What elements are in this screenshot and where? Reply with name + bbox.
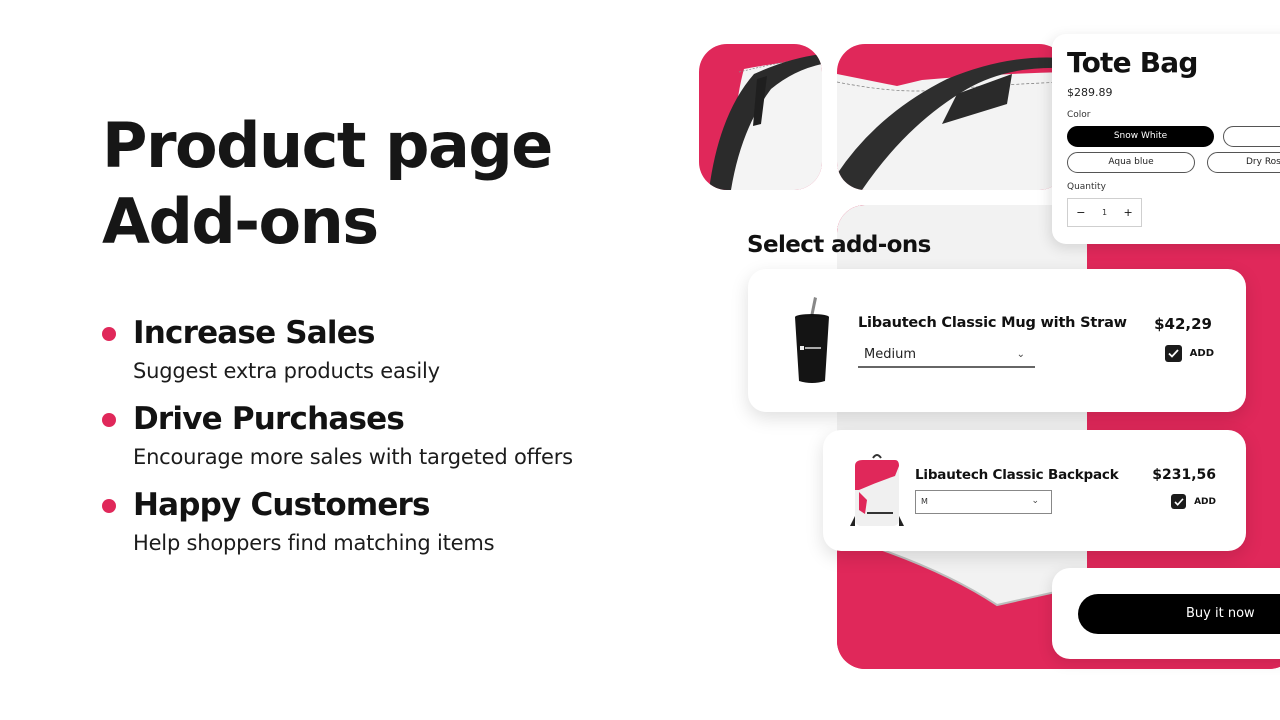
quantity-value[interactable]: 1 [1102,208,1107,217]
addon-variant-select[interactable]: M ⌄ [915,490,1052,514]
color-label: Color [1067,110,1091,120]
feature-item: Happy Customers Help shoppers find match… [102,484,573,560]
quantity-increase-button[interactable]: + [1124,206,1133,219]
backpack-icon [850,454,904,526]
add-label: ADD [1194,496,1216,507]
addon-price: $42,29 [1154,315,1212,333]
addon-add-checkbox[interactable]: ADD [1164,345,1214,362]
addon-variant-value: Medium [864,347,916,362]
hero-title: Product page Add-ons [102,108,553,260]
tote-strap-closeup-image [709,54,822,190]
quantity-decrease-button[interactable]: − [1076,206,1085,219]
bullet-dot-icon [102,499,116,513]
addon-name: Libautech Classic Mug with Straw [858,315,1127,331]
color-options-row-1: Snow White N [1067,126,1280,148]
checkmark-icon [1168,349,1179,358]
tote-handle-closeup-image [837,57,1067,190]
hero-title-line-2: Add-ons [102,185,379,258]
color-option-n[interactable]: N [1223,126,1280,147]
add-label: ADD [1189,348,1214,359]
addon-variant-value: M [921,497,928,506]
color-option-dry-rose[interactable]: Dry Ros [1207,152,1280,173]
feature-title: Increase Sales [133,315,375,351]
product-price: $289.89 [1067,86,1113,99]
feature-title: Happy Customers [133,487,431,523]
mug-icon [795,297,829,383]
feature-description: Suggest extra products easily [133,359,440,383]
chevron-down-icon: ⌄ [1031,496,1039,506]
feature-title: Drive Purchases [133,401,405,437]
addon-name: Libautech Classic Backpack [915,467,1119,483]
addon-variant-select[interactable]: Medium ⌄ [858,344,1035,368]
product-info-card: Tote Bag $289.89 Color Snow White N Aqua… [1052,34,1280,244]
buy-card: Buy it now [1052,568,1280,659]
checkbox-checked-icon[interactable] [1164,345,1182,362]
addon-price: $231,56 [1152,467,1216,483]
chevron-down-icon: ⌄ [1016,349,1025,360]
addon-add-checkbox[interactable]: ADD [1171,494,1216,509]
feature-item: Drive Purchases Encourage more sales wit… [102,398,573,474]
feature-list: Increase Sales Suggest extra products ea… [102,312,573,570]
color-option-snow-white[interactable]: Snow White [1067,126,1214,147]
checkbox-checked-icon[interactable] [1171,494,1187,509]
addon-item: Libautech Classic Backpack $231,56 M ⌄ A… [823,430,1246,551]
product-image-thumbnail-2[interactable] [837,44,1067,190]
bullet-dot-icon [102,413,116,427]
quantity-label: Quantity [1067,182,1106,192]
addons-heading: Select add-ons [747,232,931,258]
checkmark-icon [1174,497,1184,506]
feature-description: Encourage more sales with targeted offer… [133,445,573,469]
feature-item: Increase Sales Suggest extra products ea… [102,312,573,388]
product-image-thumbnail-1[interactable] [699,44,822,190]
buy-it-now-button[interactable]: Buy it now [1078,594,1280,634]
feature-description: Help shoppers find matching items [133,531,495,555]
product-title: Tote Bag [1067,46,1198,79]
hero-title-line-1: Product page [102,109,553,182]
color-option-aqua-blue[interactable]: Aqua blue [1067,152,1195,173]
addon-item: Libautech Classic Mug with Straw $42,29 … [748,269,1246,412]
quantity-stepper: − 1 + [1067,198,1142,227]
bullet-dot-icon [102,327,116,341]
color-options-row-2: Aqua blue Dry Ros [1067,152,1280,174]
